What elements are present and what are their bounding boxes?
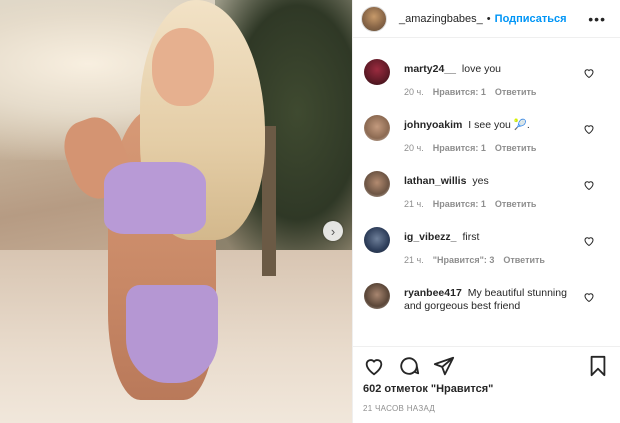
avatar[interactable] [364, 227, 390, 253]
comment-likes[interactable]: Нравится: 1 [433, 143, 486, 153]
list-item: ig_vibezz_ first 21 ч. "Нравится": 3 Отв… [353, 223, 620, 279]
comment-meta: 20 ч. Нравится: 1 Ответить [404, 143, 536, 153]
reply-button[interactable]: Ответить [503, 255, 545, 265]
chevron-right-icon[interactable]: › [323, 221, 343, 241]
avatar[interactable] [364, 59, 390, 85]
comment-username[interactable]: ig_vibezz_ [404, 231, 457, 243]
comment-meta: 21 ч. Нравится: 1 Ответить [404, 199, 536, 209]
comment-text: lathan_willis yes [404, 175, 584, 188]
heart-icon[interactable] [583, 179, 595, 191]
reply-button[interactable]: Ответить [495, 143, 537, 153]
list-item: ryanbee417 My beautiful stunning and gor… [353, 279, 620, 335]
comment-body: yes [472, 175, 489, 187]
comment-meta: 21 ч. "Нравится": 3 Ответить [404, 255, 545, 265]
comment-likes[interactable]: Нравится: 1 [433, 87, 486, 97]
post-time[interactable]: 21 ЧАСОВ НАЗАД [363, 404, 435, 413]
comment-username[interactable]: marty24__ [404, 63, 456, 75]
comment-likes[interactable]: "Нравится": 3 [433, 255, 495, 265]
follow-button[interactable]: Подписаться [495, 13, 567, 25]
comment-meta: 20 ч. Нравится: 1 Ответить [404, 87, 536, 97]
comment-username[interactable]: lathan_willis [404, 175, 466, 187]
action-icons [363, 355, 455, 377]
comment-body: I see you 🎾. [468, 119, 530, 131]
comment-time[interactable]: 21 ч. [404, 255, 424, 265]
comment-text: ryanbee417 My beautiful stunning and gor… [404, 287, 584, 313]
likes-count[interactable]: 602 отметок "Нравится" [363, 383, 493, 395]
comment-list: marty24__ love you 20 ч. Нравится: 1 Отв… [353, 55, 620, 335]
avatar[interactable] [364, 283, 390, 309]
post-username[interactable]: _amazingbabes_ [399, 13, 483, 25]
comment-text: ig_vibezz_ first [404, 231, 584, 244]
comment-time[interactable]: 20 ч. [404, 143, 424, 153]
heart-icon[interactable] [583, 67, 595, 79]
bookmark-icon[interactable] [587, 355, 609, 377]
heart-icon[interactable] [583, 123, 595, 135]
avatar[interactable] [364, 115, 390, 141]
heart-icon[interactable] [583, 235, 595, 247]
comment-time[interactable]: 21 ч. [404, 199, 424, 209]
avatar[interactable] [361, 5, 387, 32]
comment-text: johnyoakim I see you 🎾. [404, 119, 584, 132]
reply-button[interactable]: Ответить [495, 87, 537, 97]
list-item: lathan_willis yes 21 ч. Нравится: 1 Отве… [353, 167, 620, 223]
avatar[interactable] [364, 171, 390, 197]
post-actions: 602 отметок "Нравится" 21 ЧАСОВ НАЗАД [353, 346, 620, 423]
more-options-icon[interactable]: ••• [588, 11, 606, 27]
comment-text: marty24__ love you [404, 63, 584, 76]
list-item: marty24__ love you 20 ч. Нравится: 1 Отв… [353, 55, 620, 111]
photo-face [152, 28, 214, 106]
separator-dot: • [486, 12, 491, 25]
comment-body: first [462, 231, 480, 243]
comment-likes[interactable]: Нравится: 1 [433, 199, 486, 209]
comment-icon[interactable] [398, 355, 420, 377]
photo-swim-bottom [126, 285, 218, 383]
list-item: johnyoakim I see you 🎾. 20 ч. Нравится: … [353, 111, 620, 167]
comment-time[interactable]: 20 ч. [404, 87, 424, 97]
heart-icon[interactable] [363, 355, 385, 377]
reply-button[interactable]: Ответить [495, 199, 537, 209]
comment-username[interactable]: johnyoakim [404, 119, 462, 131]
post-header: _amazingbabes_ • Подписаться ••• [353, 0, 620, 38]
paper-plane-icon[interactable] [433, 355, 455, 377]
comment-body: love you [461, 63, 501, 75]
post-side-panel: _amazingbabes_ • Подписаться ••• marty24… [352, 0, 620, 423]
post-photo: › [0, 0, 352, 423]
heart-icon[interactable] [583, 291, 595, 303]
photo-swim-top [104, 162, 206, 234]
comment-username[interactable]: ryanbee417 [404, 287, 462, 299]
